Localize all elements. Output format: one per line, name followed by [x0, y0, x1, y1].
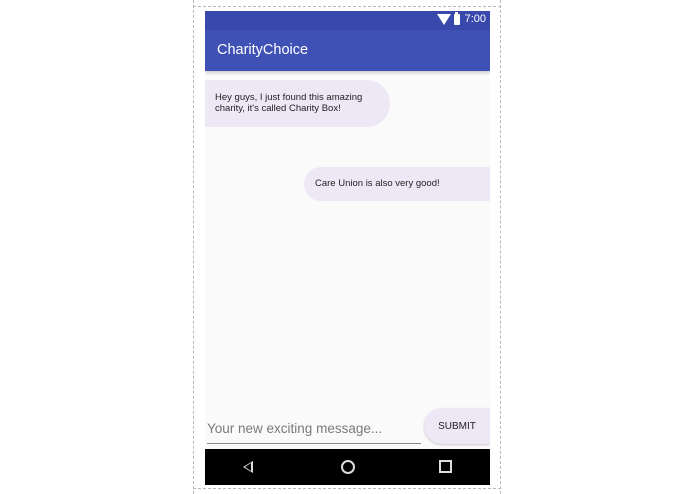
- phone-screen: 7:00 CharityChoice Hey guys, I just foun…: [205, 11, 490, 485]
- message-bubble-incoming: Hey guys, I just found this amazing char…: [205, 80, 390, 127]
- app-bar: CharityChoice: [205, 30, 490, 71]
- recents-icon[interactable]: [439, 460, 452, 473]
- nav-bar: [205, 449, 490, 485]
- submit-button[interactable]: SUBMIT: [424, 408, 490, 444]
- home-icon[interactable]: [341, 460, 355, 474]
- status-icons: 7:00: [436, 11, 486, 25]
- message-input[interactable]: [207, 415, 421, 444]
- status-time: 7:00: [464, 13, 486, 25]
- layout-guide-left: [193, 0, 194, 494]
- battery-icon: [453, 11, 460, 25]
- status-bar: 7:00: [205, 11, 490, 30]
- back-icon[interactable]: [243, 461, 253, 473]
- app-title: CharityChoice: [217, 42, 309, 58]
- layout-guide-top: [193, 6, 501, 7]
- layout-guide-bottom: [193, 488, 501, 489]
- message-bubble-outgoing: Care Union is also very good!: [304, 167, 490, 201]
- wifi-icon: [436, 13, 451, 25]
- layout-guide-right: [500, 0, 501, 494]
